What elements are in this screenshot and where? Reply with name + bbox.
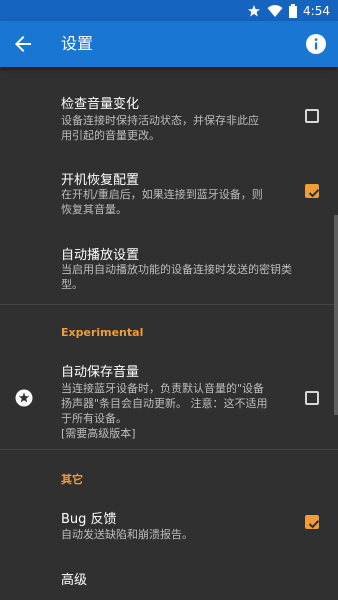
- battery-icon: [289, 3, 298, 18]
- status-time: 4:54: [303, 3, 330, 18]
- pref-title: 检查音量变化: [61, 97, 140, 112]
- pref-title: 自动播放设置: [61, 248, 140, 263]
- pref-summary: 在开机/重启后，如果连接到蓝牙设备，则 恢复其音量。: [61, 188, 263, 216]
- auto-save-checkbox[interactable]: [305, 391, 319, 405]
- pref-advanced[interactable]: 高级: [0, 552, 338, 600]
- pref-title: 开机恢复配置: [61, 173, 140, 188]
- bug-feedback-checkbox[interactable]: [305, 515, 320, 529]
- info-icon[interactable]: [305, 33, 327, 55]
- checkmark-icon: [308, 189, 320, 198]
- pref-restore-on-boot[interactable]: 开机恢复配置 在开机/重启后，如果连接到蓝牙设备，则 恢复其音量。: [0, 148, 338, 224]
- divider: [0, 449, 338, 450]
- pref-check-volume[interactable]: 检查音量变化 设备连接时保持活动状态，并保存非此应 用引起的音量更改。: [0, 67, 338, 148]
- category-experimental: Experimental: [61, 326, 144, 339]
- pref-summary: 当启用自动播放功能的设备连接时发送的密钥类 型。: [61, 263, 292, 291]
- app-bar: 设置: [0, 21, 338, 67]
- page-title: 设置: [61, 34, 94, 53]
- star-badge-icon: [15, 389, 33, 407]
- pref-bug-feedback[interactable]: Bug 反馈 自动发送缺陷和崩溃报告。: [0, 492, 338, 552]
- checkmark-icon: [308, 520, 320, 529]
- pref-auto-save-volume[interactable]: 自动保存音量 当连接蓝牙设备时，负责默认音量的"设备 扬声器"条目会自动更新。 …: [0, 347, 338, 448]
- signal-icon: [248, 4, 261, 16]
- check-volume-checkbox[interactable]: [305, 109, 319, 123]
- settings-list[interactable]: 检查音量变化 设备连接时保持活动状态，并保存非此应 用引起的音量更改。 开机恢复…: [0, 67, 338, 600]
- category-other: 其它: [61, 473, 83, 486]
- pref-title: 高级: [61, 573, 88, 588]
- pref-title: Bug 反馈: [61, 512, 117, 527]
- pref-summary: 自动发送缺陷和崩溃报告。: [61, 528, 193, 541]
- pref-summary: 当连接蓝牙设备时，负责默认音量的"设备 扬声器"条目会自动更新。 注意：这不适用…: [61, 382, 268, 440]
- restore-on-boot-checkbox[interactable]: [305, 184, 320, 198]
- scrollbar-thumb[interactable]: [334, 215, 338, 415]
- pref-autoplay[interactable]: 自动播放设置 当启用自动播放功能的设备连接时发送的密钥类 型。: [0, 224, 338, 304]
- pref-summary: 设备连接时保持活动状态，并保存非此应 用引起的音量更改。: [61, 114, 259, 142]
- divider: [0, 304, 338, 305]
- wifi-icon: [267, 4, 283, 17]
- status-bar: 4:54: [0, 0, 338, 21]
- arrow-back-icon[interactable]: [11, 32, 35, 56]
- pref-title: 自动保存音量: [61, 365, 140, 380]
